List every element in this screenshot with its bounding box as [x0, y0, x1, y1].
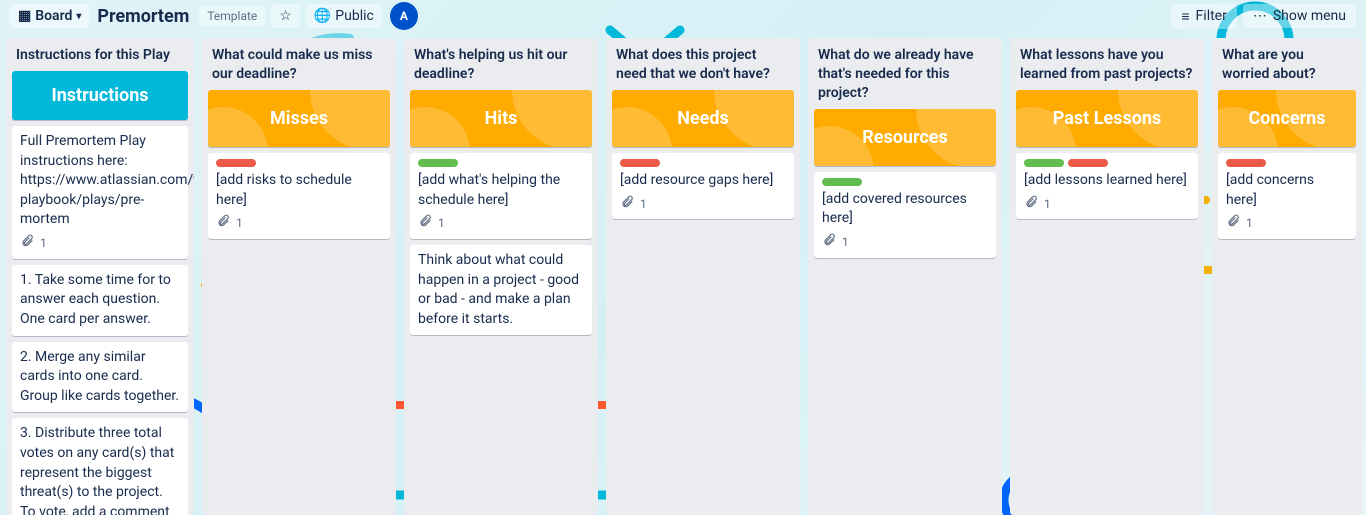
attachment-count: 1 [842, 234, 849, 251]
filter-button[interactable]: ≡ Filter [1171, 4, 1236, 29]
instruction-card[interactable]: Full Premortem Play instructions here: h… [12, 126, 188, 259]
instructions-title-card[interactable]: Instructions [12, 71, 188, 120]
list-needs: What does this project need that we don'… [606, 38, 800, 515]
column-title-card[interactable]: Concerns [1218, 90, 1356, 147]
star-icon: ☆ [279, 8, 292, 24]
attachment-icon [822, 233, 836, 252]
list-body[interactable]: Needs [add resource gaps here] 1 [606, 90, 800, 515]
avatar-initials: A [400, 9, 408, 23]
board-icon: ▦ [18, 8, 31, 24]
prompt-card[interactable]: [add what's helping the schedule here] 1 [410, 153, 592, 239]
column-title-card[interactable]: Hits [410, 90, 592, 147]
list-concerns: What are you worried about? Concerns [ad… [1212, 38, 1362, 515]
show-menu-button[interactable]: ⋯ Show menu [1243, 4, 1356, 28]
board-canvas: Instructions for this Play Instructions … [0, 32, 1366, 515]
view-label: Board [35, 8, 72, 24]
instruction-card[interactable]: 3. Distribute three total votes on any c… [12, 418, 188, 515]
prompt-card[interactable]: [add lessons learned here] 1 [1016, 153, 1198, 219]
list-body[interactable]: Instructions Full Premortem Play instruc… [6, 71, 194, 515]
attachment-count: 1 [236, 215, 243, 232]
label-red [620, 159, 660, 167]
label-green [1024, 159, 1064, 167]
filter-label: Filter [1196, 8, 1227, 24]
card-text: [add what's helping the schedule here] [418, 171, 584, 210]
list-header[interactable]: What does this project need that we don'… [606, 38, 800, 90]
card-text: [add resource gaps here] [620, 171, 786, 191]
globe-icon: 🌐 [314, 8, 331, 24]
label-red [1226, 159, 1266, 167]
list-header[interactable]: What are you worried about? [1212, 38, 1362, 90]
attachment-icon [216, 214, 230, 233]
attachment-count: 1 [1044, 196, 1051, 213]
card-text: [add lessons learned here] [1024, 171, 1190, 191]
filter-icon: ≡ [1181, 8, 1189, 25]
list-misses: What could make us miss our deadline? Mi… [202, 38, 396, 515]
list-instructions: Instructions for this Play Instructions … [6, 38, 194, 515]
instruction-card[interactable]: 2. Merge any similar cards into one card… [12, 342, 188, 413]
attachment-icon [1226, 214, 1240, 233]
list-body[interactable]: Concerns [add concerns here] 1 [1212, 90, 1362, 515]
prompt-card[interactable]: [add covered resources here] 1 [814, 172, 996, 258]
visibility-button[interactable]: 🌐 Public [306, 4, 382, 28]
label-red [1068, 159, 1108, 167]
list-resources: What do we already have that's needed fo… [808, 38, 1002, 515]
column-title-card[interactable]: Needs [612, 90, 794, 147]
list-header[interactable]: Instructions for this Play [6, 38, 194, 71]
list-body[interactable]: Resources [add covered resources here] 1 [808, 109, 1002, 515]
board-title[interactable]: Premortem [97, 6, 189, 27]
board-header: ▦ Board ▾ Premortem Template ☆ 🌐 Public … [0, 0, 1366, 32]
attachment-count: 1 [640, 196, 647, 213]
list-body[interactable]: Hits [add what's helping the schedule he… [404, 90, 598, 515]
attachment-count: 1 [40, 235, 47, 252]
card-text: Full Premortem Play instructions here: h… [20, 132, 180, 230]
label-green [418, 159, 458, 167]
list-header[interactable]: What's helping us hit our deadline? [404, 38, 598, 90]
view-switcher-button[interactable]: ▦ Board ▾ [10, 4, 89, 28]
label-red [216, 159, 256, 167]
chevron-down-icon: ▾ [76, 11, 81, 22]
template-button[interactable]: Template [199, 6, 265, 26]
column-title-card[interactable]: Past Lessons [1016, 90, 1198, 147]
attachment-icon [418, 214, 432, 233]
attachment-icon [20, 234, 34, 253]
label-green [822, 178, 862, 186]
list-hits: What's helping us hit our deadline? Hits… [404, 38, 598, 515]
list-header[interactable]: What lessons have you learned from past … [1010, 38, 1204, 90]
prompt-card[interactable]: [add concerns here] 1 [1218, 153, 1356, 239]
visibility-label: Public [335, 8, 374, 24]
list-body[interactable]: Misses [add risks to schedule here] 1 [202, 90, 396, 515]
star-button[interactable]: ☆ [271, 4, 300, 28]
card-text: [add concerns here] [1226, 171, 1348, 210]
attachment-icon [620, 195, 634, 214]
list-header[interactable]: What do we already have that's needed fo… [808, 38, 1002, 109]
prompt-card[interactable]: [add risks to schedule here] 1 [208, 153, 390, 239]
list-header[interactable]: What could make us miss our deadline? [202, 38, 396, 90]
menu-label: Show menu [1273, 8, 1346, 24]
column-title-card[interactable]: Misses [208, 90, 390, 147]
instruction-card[interactable]: 1. Take some time for to answer each que… [12, 265, 188, 336]
attachment-count: 1 [1246, 215, 1253, 232]
card-text: [add risks to schedule here] [216, 171, 382, 210]
info-card[interactable]: Think about what could happen in a proje… [410, 245, 592, 335]
avatar[interactable]: A [390, 2, 418, 30]
column-title-card[interactable]: Resources [814, 109, 996, 166]
list-body[interactable]: Past Lessons [add lessons learned here] … [1010, 90, 1204, 515]
attachment-icon [1024, 195, 1038, 214]
card-text: [add covered resources here] [822, 190, 988, 229]
prompt-card[interactable]: [add resource gaps here] 1 [612, 153, 794, 219]
attachment-count: 1 [438, 215, 445, 232]
list-lessons: What lessons have you learned from past … [1010, 38, 1204, 515]
menu-icon: ⋯ [1253, 8, 1267, 24]
